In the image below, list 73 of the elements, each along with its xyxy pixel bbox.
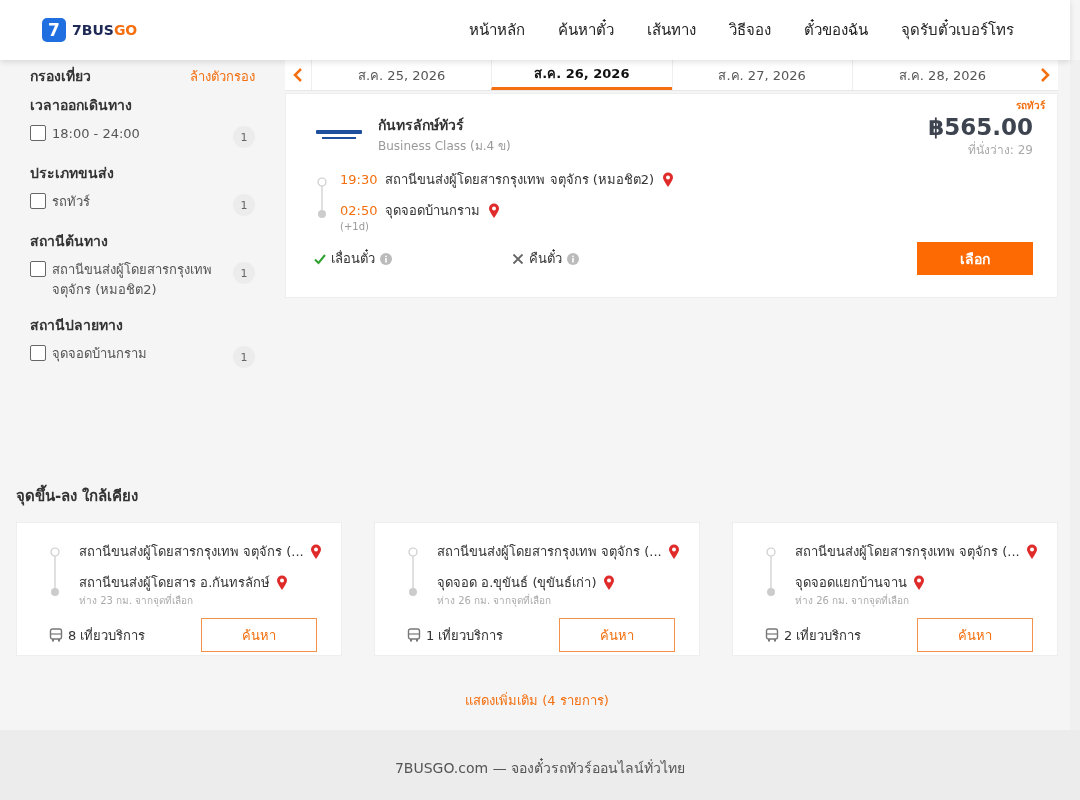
price: ฿565.00	[928, 114, 1033, 140]
map-pin-icon[interactable]	[309, 543, 322, 560]
policy-label: เลื่อนตั๋ว	[331, 248, 375, 268]
checkbox[interactable]	[30, 261, 46, 277]
bus-icon	[407, 628, 421, 642]
filter-option-label: รถทัวร์	[52, 193, 91, 211]
from-station: สถานีขนส่งผู้โดยสารกรุงเทพ จตุจักร (...	[79, 543, 304, 562]
count-badge: 1	[233, 126, 255, 148]
stop-time: 19:30	[340, 172, 378, 187]
bus-icon	[765, 628, 779, 642]
nav-link[interactable]: วิธีจอง	[729, 18, 771, 42]
filter-option-label: 18:00 - 24:00	[52, 125, 141, 143]
count-badge: 1	[233, 194, 255, 216]
footer-text: 7BUSGO.com — จองตั๋วรถทัวร์ออนไลน์ทั่วไทย	[394, 757, 686, 778]
bus-icon	[49, 628, 63, 642]
scrollbar[interactable]	[1070, 60, 1080, 730]
bus-class: Business Class (ม.4 ข)	[378, 138, 511, 155]
checkbox[interactable]	[30, 125, 46, 141]
filter-group-title: สถานีต้นทาง	[30, 232, 109, 251]
logo[interactable]: 7 7BUSGO	[42, 18, 138, 42]
date-tab[interactable]: ส.ค. 26, 2026	[491, 60, 672, 90]
chevron-left-icon[interactable]	[293, 67, 303, 83]
count-badge: 1	[233, 346, 255, 369]
checkbox[interactable]	[30, 345, 46, 362]
date-tab[interactable]: ส.ค. 27, 2026	[671, 60, 852, 90]
route-timeline-icon	[49, 547, 61, 597]
logo-icon: 7	[42, 18, 66, 42]
map-pin-icon[interactable]	[488, 202, 501, 219]
day-offset: (+1d)	[340, 221, 370, 232]
map-pin-icon[interactable]	[913, 574, 925, 591]
route-timeline-icon	[765, 547, 777, 597]
operator-name: กันทรลักษ์ทัวร์	[378, 116, 465, 135]
checkbox[interactable]	[30, 193, 46, 209]
bus-type-tag: รถทัวร์	[1016, 98, 1045, 113]
seats-available: ที่นั่งว่าง: 29	[966, 140, 1033, 159]
nav-link[interactable]: หน้าหลัก	[469, 18, 525, 42]
map-pin-icon[interactable]	[602, 574, 615, 591]
stop-time: 02:50	[340, 203, 378, 218]
stop-name: จุดจอดบ้านกราม	[385, 202, 481, 221]
from-station: สถานีขนส่งผู้โดยสารกรุงเทพ จตุจักร (...	[437, 543, 662, 562]
section-title: จุดขึ้น-ลง ใกล้เคียง	[16, 484, 1058, 508]
from-station: สถานีขนส่งผู้โดยสารกรุงเทพ จตุจักร (...	[795, 543, 1020, 562]
trip-count: 2 เที่ยวบริการ	[784, 626, 862, 645]
map-pin-icon[interactable]	[1025, 543, 1038, 560]
nav-link[interactable]: เส้นทาง	[647, 18, 696, 42]
count-badge: 1	[233, 262, 255, 284]
distance-note: ห่าง 26 กม. จากจุดที่เลือก	[795, 593, 911, 608]
policy-label: คืนตั๋ว	[529, 248, 562, 268]
to-station: จุดจอดแยกบ้านจาน	[795, 574, 907, 593]
chevron-right-icon[interactable]	[1040, 67, 1050, 83]
route-timeline-icon	[407, 547, 419, 597]
date-tab[interactable]: ส.ค. 25, 2026	[311, 60, 492, 90]
map-pin-icon[interactable]	[276, 574, 289, 591]
filter-title: กรองเที่ยว	[30, 65, 91, 86]
route-timeline-icon	[316, 176, 328, 220]
filter-group-title: เวลาออกเดินทาง	[30, 96, 133, 115]
trip-count: 8 เที่ยวบริการ	[68, 626, 146, 645]
filter-group-title: ประเภทขนส่ง	[30, 164, 115, 183]
nav-link[interactable]: ค้นหาตั๋ว	[558, 18, 614, 42]
trip-count: 1 เที่ยวบริการ	[426, 626, 504, 645]
filter-option-label: จุดจอดบ้านกราม	[52, 345, 148, 364]
distance-note: ห่าง 26 กม. จากจุดที่เลือก	[437, 593, 553, 608]
distance-note: ห่าง 23 กม. จากจุดที่เลือก	[79, 593, 195, 608]
map-pin-icon[interactable]	[662, 171, 675, 188]
date-tab[interactable]: ส.ค. 28, 2026	[851, 60, 1032, 90]
stop-name: สถานีขนส่งผู้โดยสารกรุงเทพ จตุจักร (หมอชิต2)	[385, 171, 655, 190]
filter-option-label: สถานีขนส่งผู้โดยสารกรุงเทพ จตุจักร (หมอชิต2)	[52, 261, 213, 300]
to-station: สถานีขนส่งผู้โดยสาร อ.กันทรลักษ์	[79, 574, 271, 593]
filter-group-title: สถานีปลายทาง	[30, 316, 124, 336]
nav-link[interactable]: จุดรับตั๋วเบอร์โทร	[901, 18, 1014, 42]
map-pin-icon[interactable]	[667, 543, 680, 560]
to-station: จุดจอด อ.ขุขันธ์ (ขุขันธ์เก่า)	[437, 574, 597, 593]
nav-link[interactable]: ตั๋วของฉัน	[804, 18, 868, 42]
